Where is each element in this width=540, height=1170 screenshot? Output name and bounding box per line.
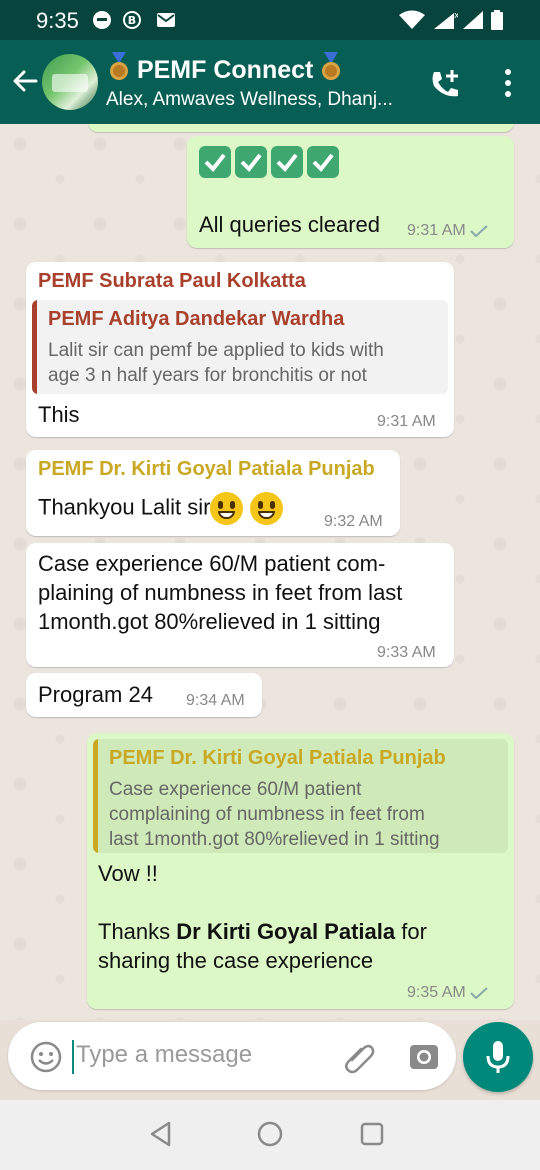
message-bubble-outgoing[interactable]: PEMF Dr. Kirti Goyal Patiala Punjab Case… — [87, 733, 514, 1009]
group-title[interactable]: PEMF Connect — [108, 52, 342, 85]
quote-accent-bar — [93, 739, 98, 853]
chat-header: PEMF Connect Alex, Amwaves Wellness, Dha… — [0, 40, 540, 124]
check-mark-icon — [199, 146, 231, 178]
message-time: 9:34 AM — [186, 692, 245, 709]
message-sender: PEMF Subrata Paul Kolkatta — [38, 270, 306, 292]
svg-text:B: B — [128, 14, 136, 27]
message-text: This — [38, 402, 80, 427]
medal-icon — [322, 52, 341, 80]
check-mark-icon — [235, 146, 267, 178]
message-bubble-outgoing[interactable]: All queries cleared 9:31 AM — [187, 136, 514, 248]
quoted-text-line: Lalit sir can pemf be applied to kids wi… — [48, 340, 384, 361]
message-text-line: Case experience 60/M patient com- — [38, 551, 386, 576]
system-navigation-bar — [0, 1100, 540, 1170]
message-time-text: 9:35 AM — [407, 984, 466, 1001]
battery-icon — [491, 10, 503, 30]
group-avatar[interactable] — [42, 54, 98, 110]
message-time: 9:31 AM — [407, 222, 488, 240]
quoted-message[interactable]: PEMF Aditya Dandekar Wardha Lalit sir ca… — [32, 300, 448, 394]
back-arrow-icon[interactable] — [10, 66, 40, 96]
no-signal-icon: x — [434, 11, 458, 29]
text-segment: for — [395, 919, 427, 944]
nav-home-icon[interactable] — [256, 1120, 284, 1148]
message-time: 9:35 AM — [407, 984, 488, 1002]
message-time: 9:33 AM — [377, 644, 436, 661]
message-text-line: Thanks Dr Kirti Goyal Patiala for — [98, 919, 427, 945]
sent-tick-icon — [469, 225, 488, 237]
group-title-text: PEMF Connect — [136, 56, 314, 84]
text-cursor — [72, 1040, 74, 1074]
message-bubble-incoming[interactable]: PEMF Dr. Kirti Goyal Patiala Punjab Than… — [26, 450, 400, 536]
chat-area[interactable]: All queries cleared 9:31 AM PEMF Subrata… — [0, 124, 540, 1020]
check-emoji-row — [199, 146, 343, 183]
status-time: 9:35 — [36, 8, 79, 33]
b-notification-icon: B — [123, 11, 141, 29]
nav-recents-icon[interactable] — [358, 1120, 386, 1148]
mic-icon — [486, 1041, 510, 1073]
message-text: All queries cleared — [199, 212, 380, 237]
attach-icon[interactable] — [342, 1040, 376, 1074]
message-time: 9:32 AM — [324, 513, 383, 530]
message-bubble-incoming[interactable]: Program 24 9:34 AM — [26, 673, 262, 717]
message-bubble-incoming[interactable]: Case experience 60/M patient com- plaini… — [26, 543, 454, 667]
quoted-message[interactable]: PEMF Dr. Kirti Goyal Patiala Punjab Case… — [93, 739, 508, 853]
add-call-icon[interactable] — [428, 68, 462, 102]
message-text-content: Thankyou Lalit sir — [38, 494, 211, 520]
sent-tick-icon — [469, 987, 488, 999]
more-options-icon[interactable] — [498, 68, 518, 98]
quoted-sender: PEMF Dr. Kirti Goyal Patiala Punjab — [109, 747, 446, 769]
message-text-line: plaining of numbness in feet from last — [38, 580, 403, 605]
check-mark-icon — [271, 146, 303, 178]
text-segment: Thanks — [98, 919, 177, 944]
bold-text-segment: Dr Kirti Goyal Patiala — [176, 919, 396, 944]
message-text-line: sharing the case experience — [98, 948, 374, 973]
message-text-line: Vow !! — [98, 861, 158, 886]
medal-icon — [110, 52, 128, 80]
message-text: Program 24 — [38, 682, 153, 707]
wifi-icon — [399, 10, 425, 29]
emoji-icon[interactable] — [30, 1041, 62, 1073]
message-bubble-incoming[interactable]: PEMF Subrata Paul Kolkatta PEMF Aditya D… — [26, 262, 454, 437]
grinning-face-icon — [210, 492, 244, 525]
group-participants[interactable]: Alex, Amwaves Wellness, Dhanj... — [106, 89, 393, 111]
message-input[interactable]: Type a message — [76, 1041, 252, 1069]
grinning-face-icon — [249, 492, 283, 525]
message-time-text: 9:31 AM — [407, 222, 466, 239]
camera-icon[interactable] — [408, 1040, 440, 1072]
svg-text:x: x — [454, 11, 458, 21]
mail-notification-icon — [157, 13, 175, 27]
status-bar: 9:35 B x — [0, 0, 540, 40]
quote-accent-bar — [32, 300, 37, 394]
message-text: Thankyou Lalit sir — [38, 492, 283, 525]
check-mark-icon — [307, 146, 339, 178]
quoted-sender: PEMF Aditya Dandekar Wardha — [48, 308, 345, 330]
chat-notification-icon — [93, 11, 111, 29]
quoted-text-line: last 1month.got 80%relieved in 1 sitting — [109, 829, 440, 850]
previous-message-bubble[interactable] — [88, 124, 514, 132]
quoted-text-line: Case experience 60/M patient — [109, 779, 362, 800]
message-sender: PEMF Dr. Kirti Goyal Patiala Punjab — [38, 458, 375, 480]
message-composer[interactable]: Type a message — [8, 1022, 456, 1090]
voice-record-button[interactable] — [463, 1022, 533, 1092]
nav-back-icon[interactable] — [147, 1120, 175, 1148]
quoted-text-line: complaining of numbness in feet from — [109, 804, 425, 825]
message-time: 9:31 AM — [377, 413, 436, 430]
signal-icon — [463, 11, 483, 29]
message-text-line: 1month.got 80%relieved in 1 sitting — [38, 609, 381, 634]
quoted-text-line: age 3 n half years for bronchitis or not — [48, 365, 367, 386]
